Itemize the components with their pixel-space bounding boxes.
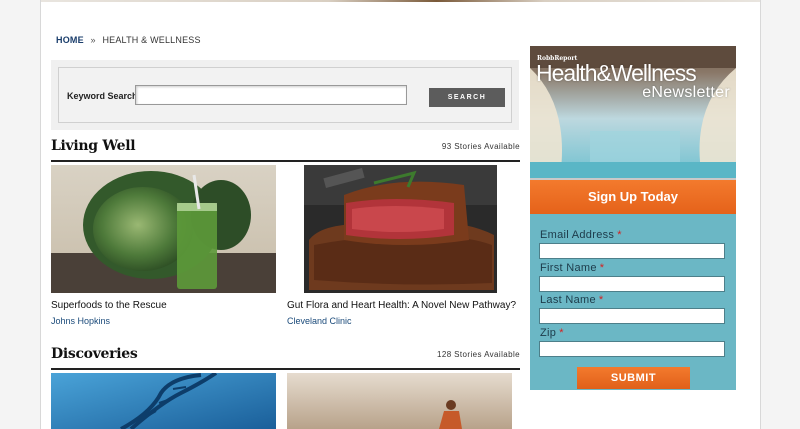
- breadcrumb-separator: »: [90, 35, 96, 45]
- first-name-label: First Name *: [540, 262, 605, 274]
- email-label: Email Address *: [540, 229, 622, 241]
- story-card[interactable]: Superfoods to the Rescue Johns Hopkins: [51, 165, 276, 330]
- section-header-living-well: Living Well 93 Stories Available: [51, 138, 520, 162]
- sign-up-today-banner[interactable]: Sign Up Today: [530, 178, 736, 214]
- search-label: Keyword Search:: [67, 91, 141, 101]
- zip-label: Zip *: [540, 327, 564, 339]
- story-thumbnail-steak[interactable]: [304, 165, 497, 293]
- section-header-discoveries: Discoveries 128 Stories Available: [51, 346, 520, 370]
- ad-title: Health&Wellness: [536, 60, 697, 86]
- story-card[interactable]: [51, 373, 276, 429]
- header-image-strip: [41, 0, 760, 2]
- story-card[interactable]: Gut Flora and Heart Health: A Novel New …: [287, 165, 520, 330]
- story-thumbnail-cabbage[interactable]: [51, 165, 276, 293]
- section-title[interactable]: Discoveries: [51, 346, 138, 362]
- story-title[interactable]: Gut Flora and Heart Health: A Novel New …: [287, 300, 516, 311]
- breadcrumb: HOME » HEALTH & WELLNESS: [56, 35, 201, 45]
- page-content: HOME » HEALTH & WELLNESS Keyword Search:…: [40, 0, 761, 429]
- story-thumbnail-dna[interactable]: [51, 373, 276, 429]
- search-panel: Keyword Search: SEARCH: [51, 60, 519, 130]
- ad-hero-image: RobbReport Health&Wellness eNewsletter: [530, 46, 736, 178]
- story-source[interactable]: Cleveland Clinic: [287, 316, 352, 326]
- email-field[interactable]: [539, 243, 725, 259]
- story-source[interactable]: Johns Hopkins: [51, 316, 110, 326]
- story-count: 128 Stories Available: [437, 350, 520, 359]
- section-title[interactable]: Living Well: [51, 138, 136, 154]
- last-name-field[interactable]: [539, 308, 725, 324]
- story-count: 93 Stories Available: [441, 142, 520, 151]
- breadcrumb-current: HEALTH & WELLNESS: [102, 35, 201, 45]
- breadcrumb-home-link[interactable]: HOME: [56, 35, 84, 45]
- submit-button[interactable]: SUBMIT: [577, 367, 690, 389]
- search-box: Keyword Search: SEARCH: [58, 67, 512, 123]
- story-card[interactable]: [287, 373, 512, 429]
- search-button[interactable]: SEARCH: [429, 88, 505, 107]
- keyword-search-input[interactable]: [135, 85, 407, 105]
- last-name-label: Last Name *: [540, 294, 604, 306]
- story-title[interactable]: Superfoods to the Rescue: [51, 300, 167, 311]
- first-name-field[interactable]: [539, 276, 725, 292]
- newsletter-signup-ad: RobbReport Health&Wellness eNewsletter S…: [530, 46, 736, 390]
- zip-field[interactable]: [539, 341, 725, 357]
- ad-subtitle: eNewsletter: [642, 84, 730, 101]
- story-thumbnail-runner[interactable]: [287, 373, 512, 429]
